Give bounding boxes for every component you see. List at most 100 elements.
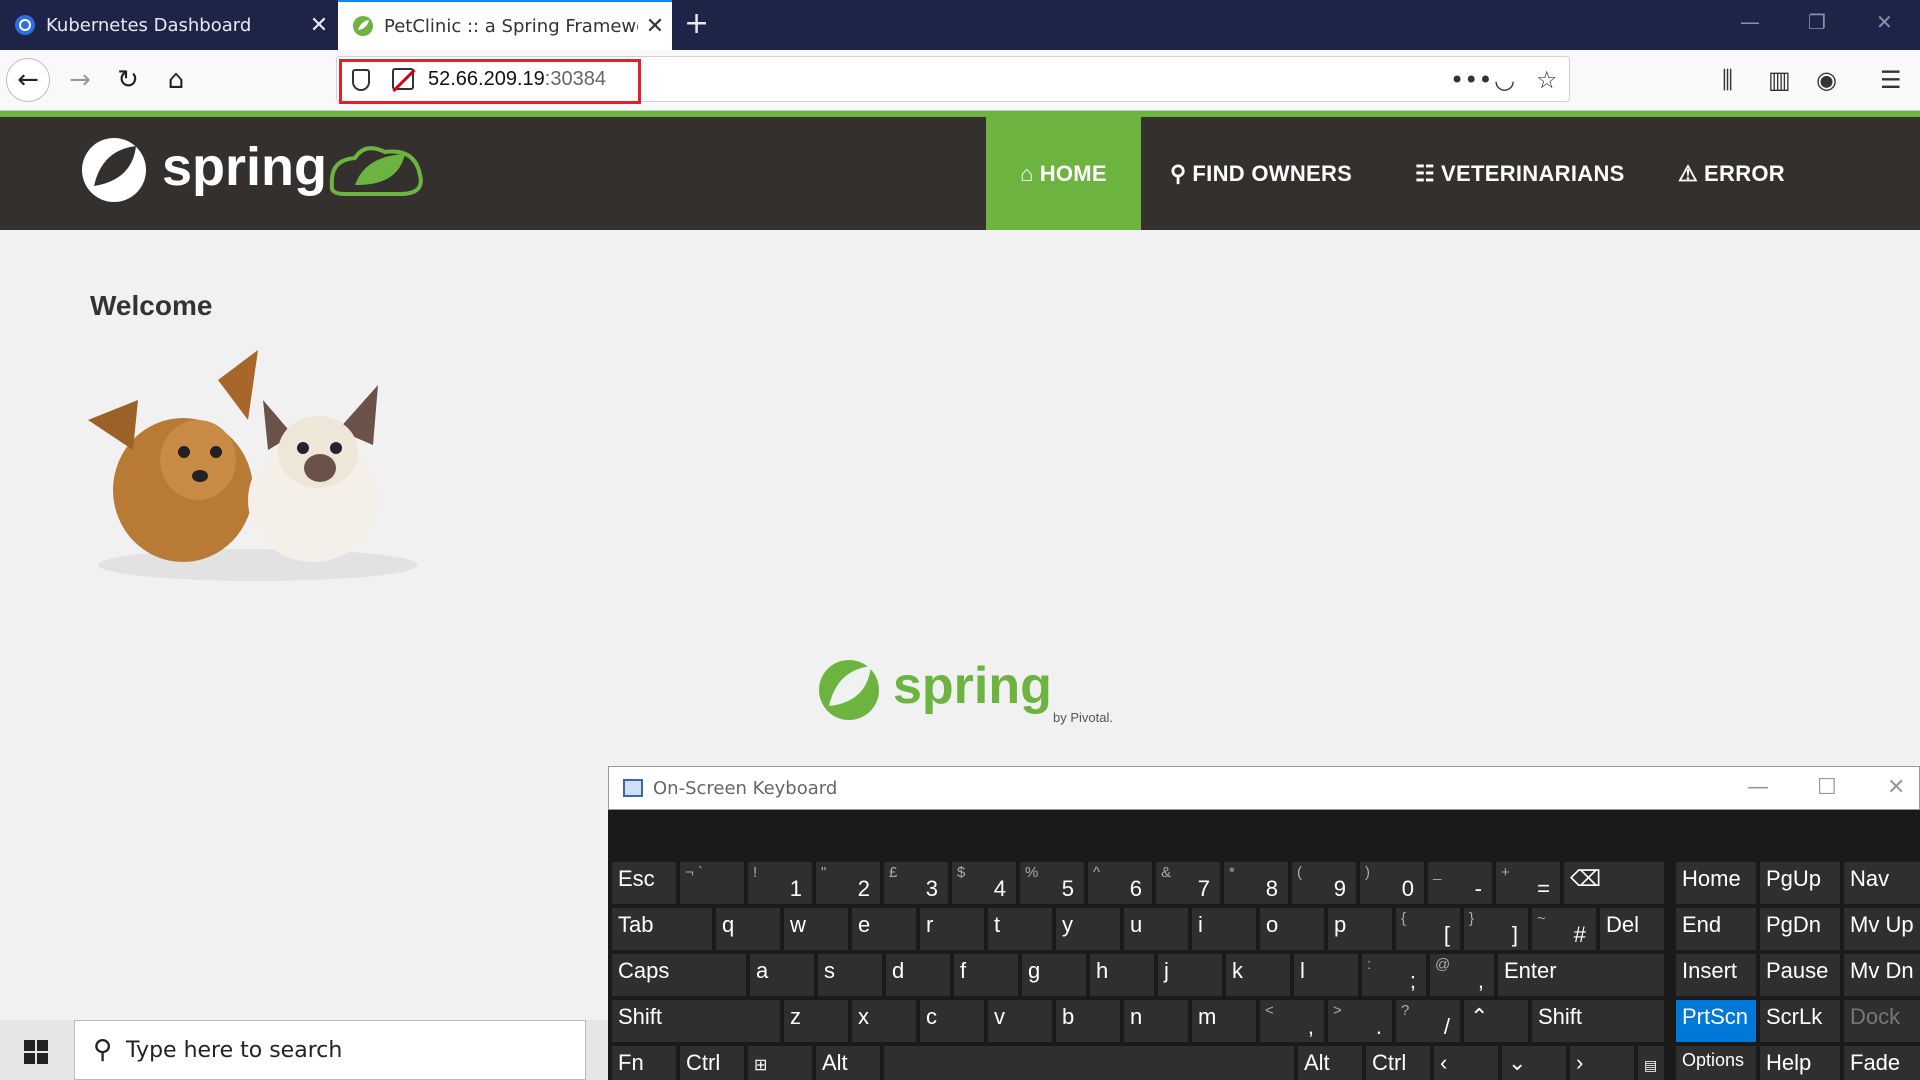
key-g[interactable]: g (1022, 954, 1086, 996)
close-window-icon[interactable]: ✕ (1876, 10, 1893, 34)
close-tab-icon[interactable]: ✕ (638, 14, 672, 39)
key-down-arrow[interactable]: ⌄ (1502, 1046, 1566, 1080)
key-p[interactable]: p (1328, 908, 1392, 950)
key-t[interactable]: t (988, 908, 1052, 950)
key-left-arrow[interactable]: ‹ (1434, 1046, 1498, 1080)
key-scrlk[interactable]: ScrLk (1760, 1000, 1840, 1042)
key-9[interactable]: (9 (1292, 862, 1356, 904)
key-0[interactable]: ) 0 (1360, 862, 1424, 904)
key-at[interactable]: @, (1430, 954, 1494, 996)
key-y[interactable]: y (1056, 908, 1120, 950)
key-shift-right[interactable]: Shift (1532, 1000, 1664, 1042)
key-options[interactable]: Options (1676, 1046, 1756, 1080)
key-comma[interactable]: <, (1260, 1000, 1324, 1042)
key-alt-left[interactable]: Alt (816, 1046, 880, 1080)
spring-logo[interactable]: spring (80, 130, 425, 210)
key-e[interactable]: e (852, 908, 916, 950)
key-w[interactable]: w (784, 908, 848, 950)
key-space[interactable] (884, 1046, 1294, 1080)
osk-close-icon[interactable]: ✕ (1887, 775, 1905, 800)
key-2[interactable]: " 2 (816, 862, 880, 904)
key-esc[interactable]: Esc (612, 862, 676, 904)
key-1[interactable]: ! 1 (748, 862, 812, 904)
key-x[interactable]: x (852, 1000, 916, 1042)
key-u[interactable]: u (1124, 908, 1188, 950)
back-button[interactable]: ← (6, 58, 50, 102)
key-3[interactable]: £3 (884, 862, 948, 904)
close-tab-icon[interactable]: ✕ (302, 13, 336, 38)
key-fn[interactable]: Fn (612, 1046, 676, 1080)
key-up-arrow[interactable]: ⌃ (1464, 1000, 1528, 1042)
key-tab[interactable]: Tab (612, 908, 712, 950)
key-right-bracket[interactable]: }] (1464, 908, 1528, 950)
key-pgdn[interactable]: PgDn (1760, 908, 1840, 950)
key-shift-left[interactable]: Shift (612, 1000, 780, 1042)
key-slash[interactable]: ? / (1396, 1000, 1460, 1042)
key-del[interactable]: Del (1600, 908, 1664, 950)
new-tab-button[interactable]: + (684, 6, 709, 41)
key-b[interactable]: b (1056, 1000, 1120, 1042)
key-i[interactable]: i (1192, 908, 1256, 950)
home-button[interactable]: ⌂ (154, 58, 198, 102)
key-4[interactable]: $4 (952, 862, 1016, 904)
key-semicolon[interactable]: :; (1362, 954, 1426, 996)
key-f[interactable]: f (954, 954, 1018, 996)
key-pause[interactable]: Pause (1760, 954, 1840, 996)
key-c[interactable]: c (920, 1000, 984, 1042)
osk-minimize-icon[interactable]: — (1747, 775, 1769, 800)
key-nav[interactable]: Nav (1844, 862, 1920, 904)
key-n[interactable]: n (1124, 1000, 1188, 1042)
windows-start-icon[interactable] (24, 1040, 48, 1064)
sidebar-icon[interactable]: ▥ (1768, 66, 1791, 94)
key-z[interactable]: z (784, 1000, 848, 1042)
key-minus[interactable]: _ - (1428, 862, 1492, 904)
key-6[interactable]: ^ 6 (1088, 862, 1152, 904)
key-equals[interactable]: + = (1496, 862, 1560, 904)
bookmark-star-icon[interactable]: ☆ (1536, 66, 1558, 94)
key-5[interactable]: % 5 (1020, 862, 1084, 904)
key-ctrl-left[interactable]: Ctrl (680, 1046, 744, 1080)
nav-home[interactable]: ⌂ HOME (986, 117, 1141, 230)
forward-button[interactable]: → (58, 58, 102, 102)
nav-veterinarians[interactable]: ☷ VETERINARIANS (1415, 117, 1625, 230)
key-menu[interactable]: ▤ (1638, 1046, 1664, 1080)
key-a[interactable]: a (750, 954, 814, 996)
reload-button[interactable]: ↻ (106, 58, 150, 102)
key-h[interactable]: h (1090, 954, 1154, 996)
key-right-arrow[interactable]: › (1570, 1046, 1634, 1080)
key-pgup[interactable]: PgUp (1760, 862, 1840, 904)
key-k[interactable]: k (1226, 954, 1290, 996)
key-windows[interactable]: ⊞ (748, 1046, 812, 1080)
key-d[interactable]: d (886, 954, 950, 996)
key-backspace[interactable]: ⌫ (1564, 862, 1664, 904)
tab-petclinic[interactable]: PetClinic :: a Spring Framework ✕ (338, 0, 672, 50)
key-o[interactable]: o (1260, 908, 1324, 950)
key-period[interactable]: >. (1328, 1000, 1392, 1042)
library-icon[interactable]: ⫼ (1722, 66, 1733, 94)
osk-maximize-icon[interactable]: ☐ (1817, 775, 1837, 800)
key-8[interactable]: * 8 (1224, 862, 1288, 904)
key-enter[interactable]: Enter (1498, 954, 1664, 996)
key-j[interactable]: j (1158, 954, 1222, 996)
restore-icon[interactable]: ❐ (1808, 10, 1826, 34)
key-l[interactable]: l (1294, 954, 1358, 996)
osk-titlebar[interactable]: On-Screen Keyboard — ☐ ✕ (608, 766, 1920, 810)
taskbar-search-box[interactable]: ⚲ Type here to search (74, 1020, 586, 1080)
key-caps[interactable]: Caps (612, 954, 746, 996)
key-insert[interactable]: Insert (1676, 954, 1756, 996)
key-m[interactable]: m (1192, 1000, 1256, 1042)
key-7[interactable]: & 7 (1156, 862, 1220, 904)
key-home[interactable]: Home (1676, 862, 1756, 904)
minimize-icon[interactable]: — (1740, 10, 1760, 34)
key-prtscn[interactable]: PrtScn (1676, 1000, 1756, 1042)
nav-find-owners[interactable]: ⚲ FIND OWNERS (1170, 117, 1352, 230)
key-backtick[interactable]: ¬ ` (680, 862, 744, 904)
key-dock[interactable]: Dock (1844, 1000, 1920, 1042)
key-fade[interactable]: Fade (1844, 1046, 1920, 1080)
key-q[interactable]: q (716, 908, 780, 950)
key-s[interactable]: s (818, 954, 882, 996)
pocket-icon[interactable]: ◡ (1494, 66, 1515, 94)
key-help[interactable]: Help (1760, 1046, 1840, 1080)
key-end[interactable]: End (1676, 908, 1756, 950)
key-mv-dn[interactable]: Mv Dn (1844, 954, 1920, 996)
